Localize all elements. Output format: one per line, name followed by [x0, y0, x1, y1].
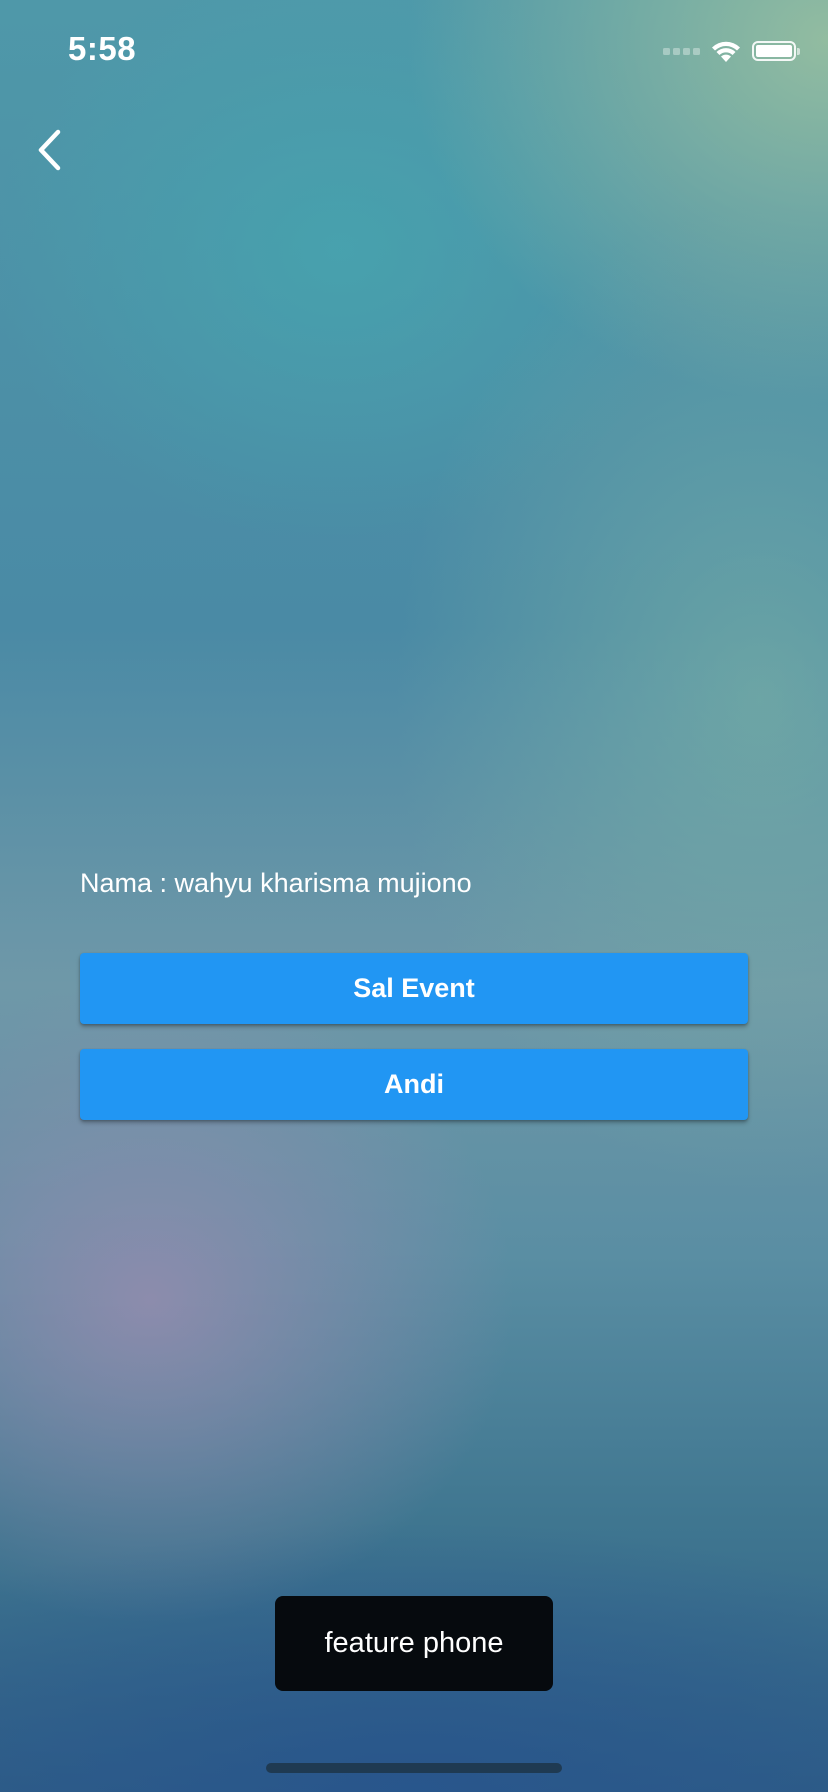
name-label: Nama : wahyu kharisma mujiono — [80, 868, 472, 898]
sal-event-button[interactable]: Sal Event — [80, 953, 748, 1024]
home-indicator[interactable] — [266, 1763, 562, 1773]
sal-event-button-label: Sal Event — [353, 973, 475, 1003]
cellular-signal-icon — [663, 47, 700, 55]
status-bar-time: 5:58 — [68, 30, 137, 67]
andi-button-label: Andi — [384, 1069, 444, 1099]
andi-button[interactable]: Andi — [80, 1049, 748, 1120]
chevron-left-icon — [38, 129, 61, 171]
battery-icon — [752, 41, 800, 61]
toast-text: feature phone — [324, 1627, 504, 1659]
back-button[interactable] — [20, 120, 80, 180]
status-bar-icons — [663, 36, 800, 66]
wifi-icon — [712, 41, 740, 62]
toast-message: feature phone — [275, 1596, 553, 1691]
